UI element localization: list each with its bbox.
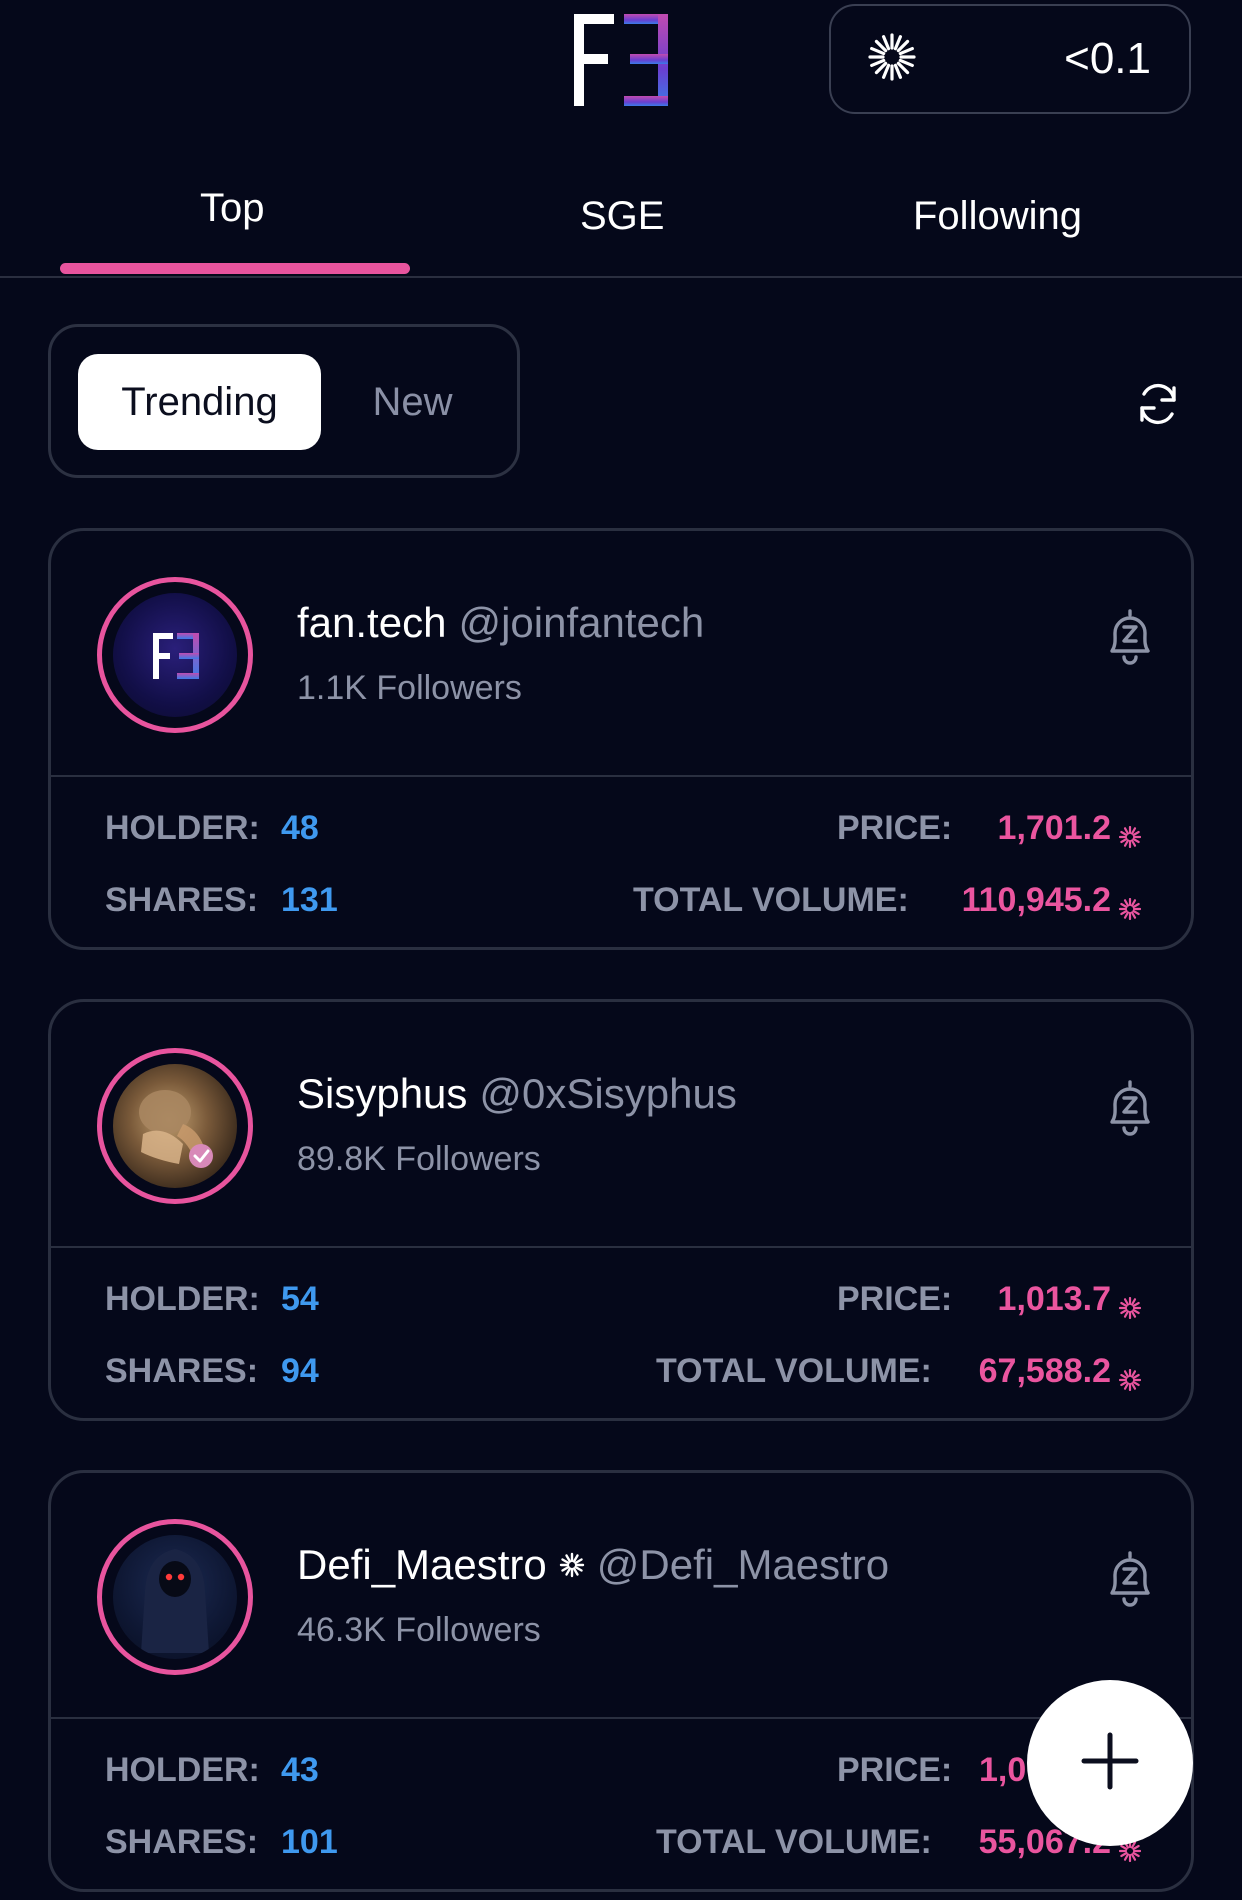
tab-divider	[0, 276, 1242, 278]
creator-card[interactable]: Defi_Maestro @Defi_Maestro 46.3K Followe…	[48, 1470, 1194, 1892]
avatar[interactable]	[97, 1519, 253, 1675]
shares-value: 131	[281, 881, 338, 919]
sun-icon	[867, 32, 917, 87]
total-volume-value: 67,588.2	[978, 1352, 1111, 1390]
shares-value: 94	[281, 1352, 319, 1390]
avatar[interactable]	[97, 577, 253, 733]
coin-icon	[1118, 890, 1142, 920]
bell-snooze-icon[interactable]	[1099, 1547, 1161, 1609]
shares-label: SHARES:	[105, 1352, 259, 1390]
follower-count: 1.1K Followers	[297, 669, 522, 707]
total-volume-value: 110,945.2	[961, 881, 1111, 919]
refresh-icon[interactable]	[1134, 380, 1182, 428]
coin-icon	[1118, 818, 1142, 848]
total-volume-label: TOTAL VOLUME:	[633, 881, 909, 919]
holder-label: HOLDER:	[105, 1280, 260, 1318]
creator-card[interactable]: fan.tech @joinfantech 1.1K Followers HOL…	[48, 528, 1194, 950]
price-value: 1,0	[979, 1751, 1027, 1789]
total-volume-label: TOTAL VOLUME:	[656, 1823, 932, 1861]
holder-label: HOLDER:	[105, 809, 260, 847]
creator-name: fan.tech	[297, 599, 447, 646]
price-value: 1,013.7	[997, 1280, 1111, 1318]
fantech-logo	[574, 14, 668, 106]
holder-value: 48	[281, 809, 319, 847]
creator-handle: @Defi_Maestro	[596, 1541, 890, 1588]
create-fab-button[interactable]	[1027, 1680, 1193, 1846]
follower-count: 46.3K Followers	[297, 1611, 541, 1649]
price-label: PRICE:	[837, 1280, 953, 1318]
hooded-figure-image	[141, 1549, 209, 1653]
card-divider	[51, 1717, 1191, 1719]
balance-pill[interactable]: <0.1	[829, 4, 1191, 114]
bell-snooze-icon[interactable]	[1099, 1076, 1161, 1138]
tab-sge[interactable]: SGE	[580, 194, 664, 239]
holder-value: 43	[281, 1751, 319, 1789]
holder-value: 54	[281, 1280, 319, 1318]
shares-label: SHARES:	[105, 1823, 259, 1861]
balance-value: <0.1	[1064, 34, 1151, 83]
fantech-logo-icon	[153, 633, 199, 679]
creator-handle: @0xSisyphus	[479, 1070, 737, 1117]
filter-trending[interactable]: Trending	[78, 354, 321, 450]
card-divider	[51, 775, 1191, 777]
creator-name: Sisyphus	[297, 1070, 468, 1117]
price-label: PRICE:	[837, 809, 953, 847]
coin-icon	[1118, 1361, 1142, 1391]
tab-top[interactable]: Top	[200, 186, 265, 231]
active-tab-indicator	[60, 263, 410, 274]
creator-card[interactable]: Sisyphus @0xSisyphus 89.8K Followers HOL…	[48, 999, 1194, 1421]
bell-snooze-icon[interactable]	[1099, 605, 1161, 667]
total-volume-label: TOTAL VOLUME:	[656, 1352, 932, 1390]
filter-new[interactable]: New	[340, 354, 485, 450]
coin-icon	[1118, 1289, 1142, 1319]
shares-value: 101	[281, 1823, 338, 1861]
avatar[interactable]	[97, 1048, 253, 1204]
creator-name: Defi_Maestro	[297, 1541, 547, 1588]
price-value: 1,701.2	[997, 809, 1111, 847]
follower-count: 89.8K Followers	[297, 1140, 541, 1178]
tab-following[interactable]: Following	[913, 194, 1082, 239]
sun-badge-icon	[559, 1552, 585, 1578]
plus-icon	[1080, 1731, 1140, 1796]
shares-label: SHARES:	[105, 881, 259, 919]
price-label: PRICE:	[837, 1751, 953, 1789]
creator-handle: @joinfantech	[458, 599, 705, 646]
holder-label: HOLDER:	[105, 1751, 260, 1789]
card-divider	[51, 1246, 1191, 1248]
sisyphus-painting	[139, 1090, 213, 1168]
